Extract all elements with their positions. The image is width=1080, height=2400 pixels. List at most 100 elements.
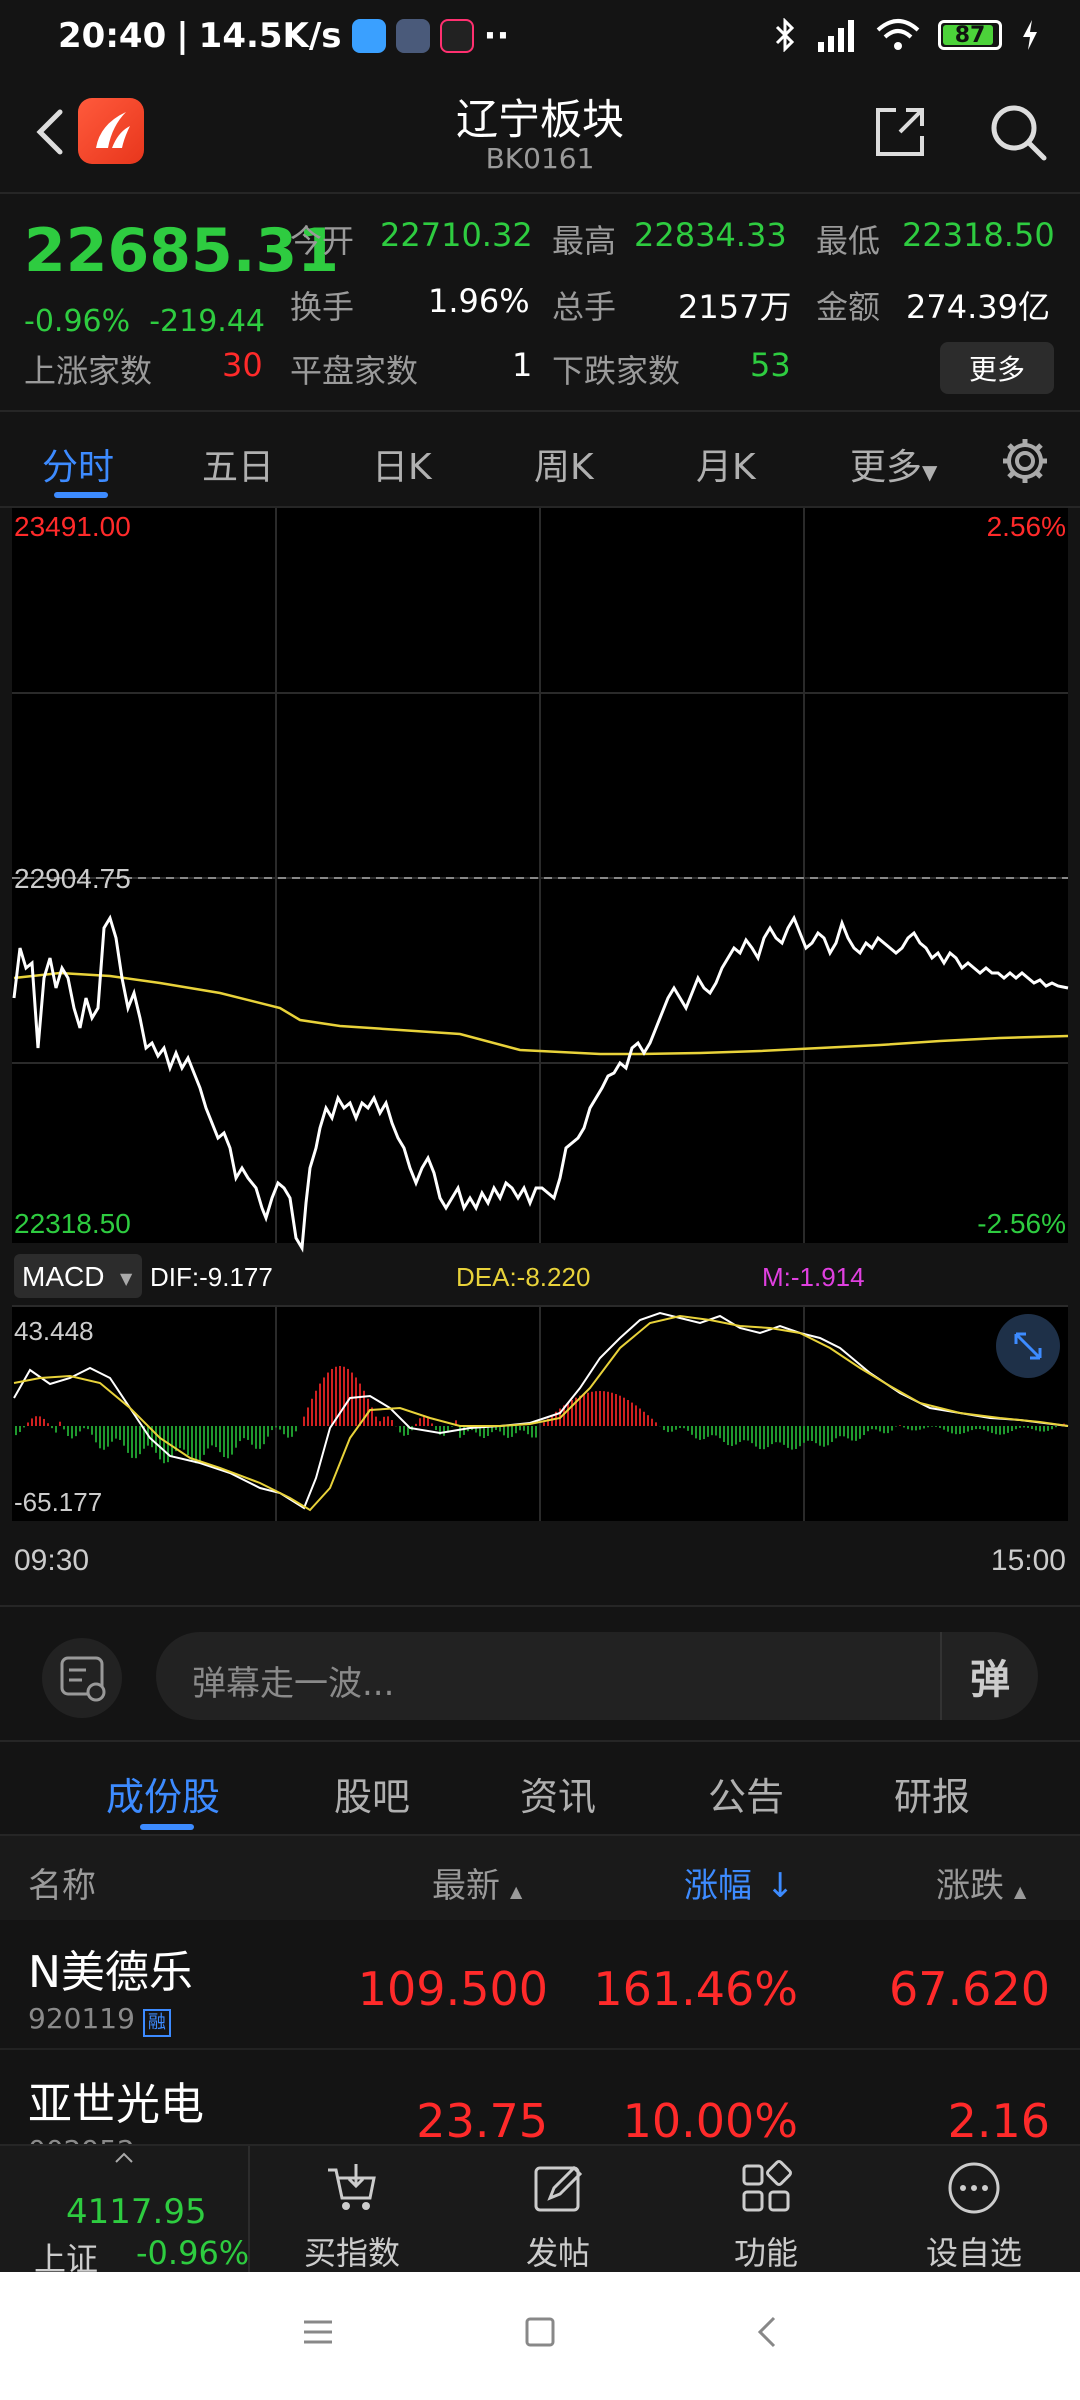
active-tab-indicator <box>54 492 108 498</box>
macd-bottom-label: -65.177 <box>14 1487 102 1517</box>
tab-five-day[interactable]: 五日 <box>202 438 274 490</box>
expand-up-icon <box>115 2152 133 2163</box>
tab-more[interactable]: 更多▼ <box>850 438 937 490</box>
tab-daily-k[interactable]: 日K <box>372 438 432 490</box>
y-axis-top-label: 23491.00 <box>14 511 131 542</box>
tab-forum[interactable]: 股吧 <box>334 1766 410 1821</box>
cart-icon <box>328 2164 376 2210</box>
wifi-icon <box>876 19 920 50</box>
open-label: 今开 <box>290 222 355 260</box>
period-tabs: 分时 五日 日K 周K 月K 更多▼ <box>0 412 1080 508</box>
buy-index-label: 买指数 <box>303 2234 400 2272</box>
change-amount: 2.16 <box>947 2094 1050 2148</box>
settings-notification-icon <box>395 19 430 53</box>
header-latest[interactable]: 最新 ▲ <box>432 1858 522 1907</box>
change-pct: 161.46% <box>593 1962 798 2016</box>
header-change[interactable]: 涨跌 ▲ <box>936 1858 1026 1907</box>
edit-icon <box>534 2165 583 2212</box>
indicator-label: MACD <box>22 1261 104 1292</box>
stock-name: N美德乐 <box>28 1947 193 1998</box>
danmu-toggle-button[interactable]: 弹 <box>940 1632 1038 1720</box>
down-count-value: 53 <box>750 346 791 384</box>
change-amount: -219.44 <box>149 304 266 339</box>
status-right: 87 <box>774 18 1040 52</box>
bluetooth-icon <box>775 18 795 52</box>
margin-badge: 融 <box>142 2009 171 2037</box>
stock-code-line: 920119 融 <box>28 2002 171 2037</box>
chart-settings-gear-icon[interactable] <box>1000 436 1050 486</box>
latest-price: 109.500 <box>357 1962 548 2016</box>
table-header: 名称 最新 ▲ 涨幅 ↓ 涨跌 ▲ <box>0 1836 1080 1920</box>
system-back-icon[interactable] <box>748 2312 788 2352</box>
search-icon[interactable] <box>986 100 1050 164</box>
buy-index-button[interactable]: 买指数 <box>252 2146 452 2274</box>
time-end-label: 15:00 <box>991 1544 1066 1577</box>
tab-news[interactable]: 资讯 <box>520 1766 596 1821</box>
index-ticker[interactable]: 4117.95 上证 -0.96% <box>0 2146 250 2278</box>
change-amount: 67.620 <box>889 1962 1050 2016</box>
dea-value: DEA:-8.220 <box>456 1262 590 1292</box>
up-count-value: 30 <box>222 346 263 384</box>
down-count-label: 下跌家数 <box>552 352 681 390</box>
danmu-input[interactable]: 弹幕走一波... 弹 <box>156 1632 1038 1720</box>
recent-apps-icon[interactable] <box>298 2312 338 2352</box>
active-subtab-indicator <box>140 1824 194 1830</box>
danmu-placeholder: 弹幕走一波... <box>192 1664 395 1704</box>
status-left: 20:40 | 14.5K/s ·· <box>58 16 509 56</box>
amount-value: 274.39亿 <box>906 288 1050 326</box>
status-bar: 20:40 | 14.5K/s ·· 87 <box>0 0 1080 84</box>
quote-panel: 22685.31 -0.96% -219.44 今开 22710.32 最高 2… <box>0 192 1080 412</box>
post-label: 发帖 <box>525 2234 590 2272</box>
share-icon[interactable] <box>870 102 930 162</box>
signal-icon <box>818 20 854 52</box>
index-change: -0.96% <box>136 2234 250 2272</box>
tab-more-label: 更多 <box>850 447 923 488</box>
more-dots-icon <box>948 2162 1000 2214</box>
tab-research[interactable]: 研报 <box>894 1766 970 1821</box>
pct-top-label: 2.56% <box>987 511 1066 542</box>
macd-top-label: 43.448 <box>14 1316 94 1346</box>
dif-value: DIF:-9.177 <box>150 1262 273 1292</box>
nav-bar: 辽宁板块 BK0161 <box>0 84 1080 192</box>
high-label: 最高 <box>552 222 617 260</box>
tab-intraday[interactable]: 分时 <box>42 438 114 490</box>
sector-sub-tabs: 成份股 股吧 资讯 公告 研报 <box>0 1740 1080 1836</box>
open-value: 22710.32 <box>380 216 533 254</box>
indicator-caret-icon: ▼ <box>120 1269 133 1288</box>
stock-code: 920119 <box>28 2002 135 2035</box>
bottom-toolbar: 4117.95 上证 -0.96% 买指数 发帖 功能 设自选 <box>0 2144 1080 2278</box>
flat-count-value: 1 <box>512 346 533 384</box>
header-change-pct[interactable]: 涨幅 ↓ <box>684 1858 795 1907</box>
tab-constituents[interactable]: 成份股 <box>106 1766 220 1821</box>
comment-list-icon <box>60 1656 106 1702</box>
post-button[interactable]: 发帖 <box>458 2146 658 2274</box>
comment-list-button[interactable] <box>42 1638 122 1718</box>
battery-level: 87 <box>954 22 986 48</box>
tab-monthly-k[interactable]: 月K <box>696 438 756 490</box>
more-quote-button[interactable]: 更多 <box>940 342 1054 394</box>
header-latest-label: 最新 <box>432 1866 500 1906</box>
stock-name: 亚世光电 <box>28 2079 204 2130</box>
functions-button[interactable]: 功能 <box>666 2146 866 2274</box>
sort-desc-icon: ↓ <box>766 1866 795 1906</box>
tab-announcements[interactable]: 公告 <box>708 1766 784 1821</box>
status-separator: | <box>176 16 189 56</box>
change-pct: 10.00% <box>622 2094 798 2148</box>
low-value: 22318.50 <box>902 216 1055 254</box>
tab-weekly-k[interactable]: 周K <box>534 438 594 490</box>
header-change-pct-label: 涨幅 <box>684 1866 752 1906</box>
home-icon[interactable] <box>520 2312 560 2352</box>
flat-count-label: 平盘家数 <box>290 352 419 390</box>
add-watchlist-button[interactable]: 设自选 <box>874 2146 1074 2274</box>
macd-m-value: M:-1.914 <box>762 1262 865 1292</box>
app-notification-icon <box>351 19 386 53</box>
table-row[interactable]: N美德乐 920119 融 109.500 161.46% 67.620 <box>0 1920 1080 2050</box>
grid-apps-icon <box>742 2160 792 2212</box>
y-axis-mid-label: 22904.75 <box>14 863 131 894</box>
low-label: 最低 <box>816 222 881 260</box>
chart-svg: 23491.00 22904.75 22318.50 2.56% -2.56% … <box>0 508 1080 1607</box>
turnover-value: 1.96% <box>428 282 530 320</box>
status-time: 20:40 <box>58 16 167 56</box>
intraday-chart[interactable]: 23491.00 22904.75 22318.50 2.56% -2.56% … <box>0 508 1080 1608</box>
price-change: -0.96% -219.44 <box>24 304 265 339</box>
